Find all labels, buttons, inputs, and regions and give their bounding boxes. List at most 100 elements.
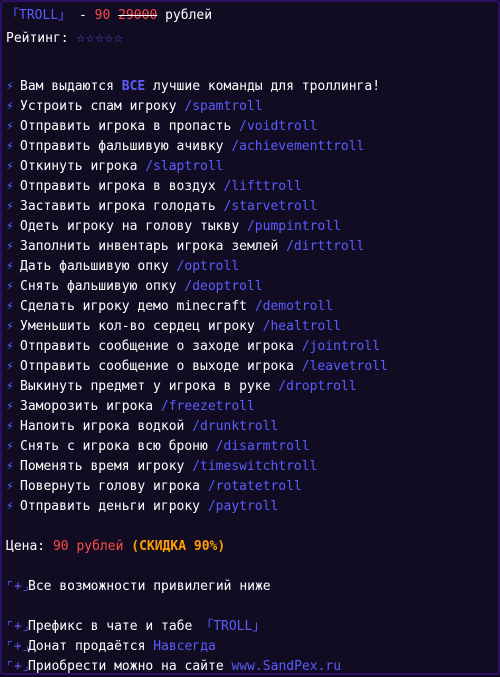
command-description: Снять с игрока всю броню: [20, 439, 216, 454]
title-bracket-close: 」: [58, 8, 72, 23]
command-description: Заполнить инвентарь игрока землей: [20, 239, 287, 254]
command-name: /achievementtroll: [231, 139, 365, 154]
command-description: Одеть игроку на голову тыкву: [20, 219, 247, 234]
plus-bracket-icon: ⌜+⌟: [6, 659, 30, 674]
lightning-icon: ⚡: [6, 159, 14, 174]
command-item: ⚡ Поменять время игроку /timeswitchtroll: [6, 457, 317, 477]
rating-label: Рейтинг:: [6, 31, 69, 46]
command-name: /paytroll: [207, 499, 279, 514]
feature-prefix-value: 「TROLL」: [200, 619, 266, 634]
command-item: ⚡ Дать фальшивую опку /optroll: [6, 257, 239, 277]
command-item: ⚡ Одеть игроку на голову тыкву /pumpintro…: [6, 217, 341, 237]
command-name: /drunktroll: [192, 419, 279, 434]
command-name: /slaptroll: [145, 159, 224, 174]
lightning-icon: ⚡: [6, 279, 14, 294]
command-item: ⚡ Отправить сообщение о заходе игрока /jo…: [6, 337, 380, 357]
command-description: Отправить сообщение о выходе игрока: [20, 359, 302, 374]
command-name: /demotroll: [254, 299, 334, 314]
command-description: Повернуть голову игрока: [20, 479, 208, 494]
rating-line: Рейтинг: ☆☆☆☆☆: [6, 28, 124, 48]
feature-buy-line: ⌜+⌟Приобрести можно на сайте www.SandPex…: [6, 657, 341, 677]
command-item: ⚡ Уменьшить кол-во сердец игроку /healtro…: [6, 317, 341, 337]
command-description: Отправить игрока в пропасть: [20, 119, 240, 134]
command-name: /freezetroll: [160, 399, 255, 414]
title-bracket-open: 「: [6, 8, 20, 23]
lightning-icon: ⚡: [6, 79, 14, 94]
command-description: Снять фальшивую опку: [20, 279, 185, 294]
command-description: Сделать игроку демо minecraft: [20, 299, 255, 314]
features-header-line: ⌜+⌟Все возможности привилегий ниже: [6, 577, 271, 597]
command-name: /leavetroll: [301, 359, 388, 374]
command-name: /pumpintroll: [246, 219, 341, 234]
command-description: Отправить игрока в воздух: [20, 179, 224, 194]
price-value: 90 рублей: [52, 539, 124, 554]
privilege-name: TROLL: [19, 8, 59, 23]
feature-prefix-text: Префикс в чате и табе: [28, 619, 201, 634]
lightning-icon: ⚡: [6, 139, 14, 154]
rating-stars-icon: ☆☆☆☆☆: [76, 30, 124, 46]
lightning-icon: ⚡: [6, 99, 14, 114]
command-description: Отправить фальшивую ачивку: [20, 139, 232, 154]
plus-bracket-icon: ⌜+⌟: [6, 639, 30, 654]
command-item: ⚡ Выкинуть предмет у игрока в руке /dropt…: [6, 377, 357, 397]
command-name: /disarmtroll: [215, 439, 310, 454]
command-name: /deoptroll: [184, 279, 263, 294]
command-item: ⚡ Отправить фальшивую ачивку /achievement…: [6, 137, 364, 157]
intro-after: лучшие команды для троллинга!: [145, 79, 381, 94]
command-item: ⚡ Откинуть игрока /slaptroll: [6, 157, 224, 177]
command-description: Уменьшить кол-во сердец игроку: [20, 319, 263, 334]
lightning-icon: ⚡: [6, 119, 14, 134]
lightning-icon: ⚡: [6, 239, 14, 254]
lightning-icon: ⚡: [6, 479, 14, 494]
lightning-icon: ⚡: [6, 199, 14, 214]
old-price: 29000: [118, 8, 158, 23]
command-item: ⚡ Заставить игрока голодать /starvetroll: [6, 197, 317, 217]
plus-bracket-icon: ⌜+⌟: [6, 579, 30, 594]
title-dash: -: [71, 8, 95, 23]
command-name: /rotatetroll: [207, 479, 302, 494]
intro-highlight: ВСЕ: [121, 79, 146, 94]
discount-badge: (СКИДКА 90%): [131, 539, 226, 554]
price-label: Цена:: [6, 539, 53, 554]
lightning-icon: ⚡: [6, 359, 14, 374]
command-item: ⚡ Повернуть голову игрока /rotatetroll: [6, 477, 302, 497]
item-tooltip: 「TROLL」 - 90 29000 рублей Рейтинг: ☆☆☆☆☆…: [0, 0, 500, 675]
command-item: ⚡ Отправить сообщение о выходе игрока /le…: [6, 357, 388, 377]
lightning-icon: ⚡: [6, 219, 14, 234]
command-item: ⚡ Отправить игрока в пропасть /voidtroll: [6, 117, 317, 137]
lightning-icon: ⚡: [6, 339, 14, 354]
new-price: 90: [94, 8, 111, 23]
command-item: ⚡ Отправить деньги игроку /paytroll: [6, 497, 278, 517]
feature-buy-text: Приобрести можно на сайте: [28, 659, 232, 674]
command-item: ⚡ Напоить игрока водкой /drunktroll: [6, 417, 278, 437]
lightning-icon: ⚡: [6, 399, 14, 414]
command-name: /spamtroll: [184, 99, 263, 114]
price-line: Цена: 90 рублей (СКИДКА 90%): [6, 537, 225, 557]
command-description: Устроить спам игроку: [20, 99, 185, 114]
lightning-icon: ⚡: [6, 439, 14, 454]
lightning-icon: ⚡: [6, 319, 14, 334]
lightning-icon: ⚡: [6, 499, 14, 514]
features-header: Все возможности привилегий ниже: [28, 579, 271, 594]
command-description: Дать фальшивую опку: [20, 259, 177, 274]
command-description: Откинуть игрока: [20, 159, 146, 174]
command-name: /timeswitchtroll: [192, 459, 318, 474]
feature-sold-line: ⌜+⌟Донат продаётся Навсегда: [6, 637, 216, 657]
command-item: ⚡ Снять фальшивую опку /deoptroll: [6, 277, 263, 297]
command-description: Отправить деньги игроку: [20, 499, 208, 514]
intro-before: Вам выдаются: [20, 79, 122, 94]
website-link[interactable]: www.SandPex.ru: [232, 659, 342, 674]
command-name: /voidtroll: [239, 119, 318, 134]
lightning-icon: ⚡: [6, 379, 14, 394]
command-name: /optroll: [176, 259, 240, 274]
command-description: Заставить игрока голодать: [20, 199, 224, 214]
command-name: /dirttroll: [286, 239, 365, 254]
command-name: /droptroll: [278, 379, 357, 394]
command-description: Выкинуть предмет у игрока в руке: [20, 379, 279, 394]
command-description: Заморозить игрока: [20, 399, 161, 414]
command-description: Поменять время игроку: [20, 459, 193, 474]
lightning-icon: ⚡: [6, 419, 14, 434]
command-item: ⚡ Устроить спам игроку /spamtroll: [6, 97, 263, 117]
command-name: /starvetroll: [223, 199, 318, 214]
lightning-icon: ⚡: [6, 299, 14, 314]
